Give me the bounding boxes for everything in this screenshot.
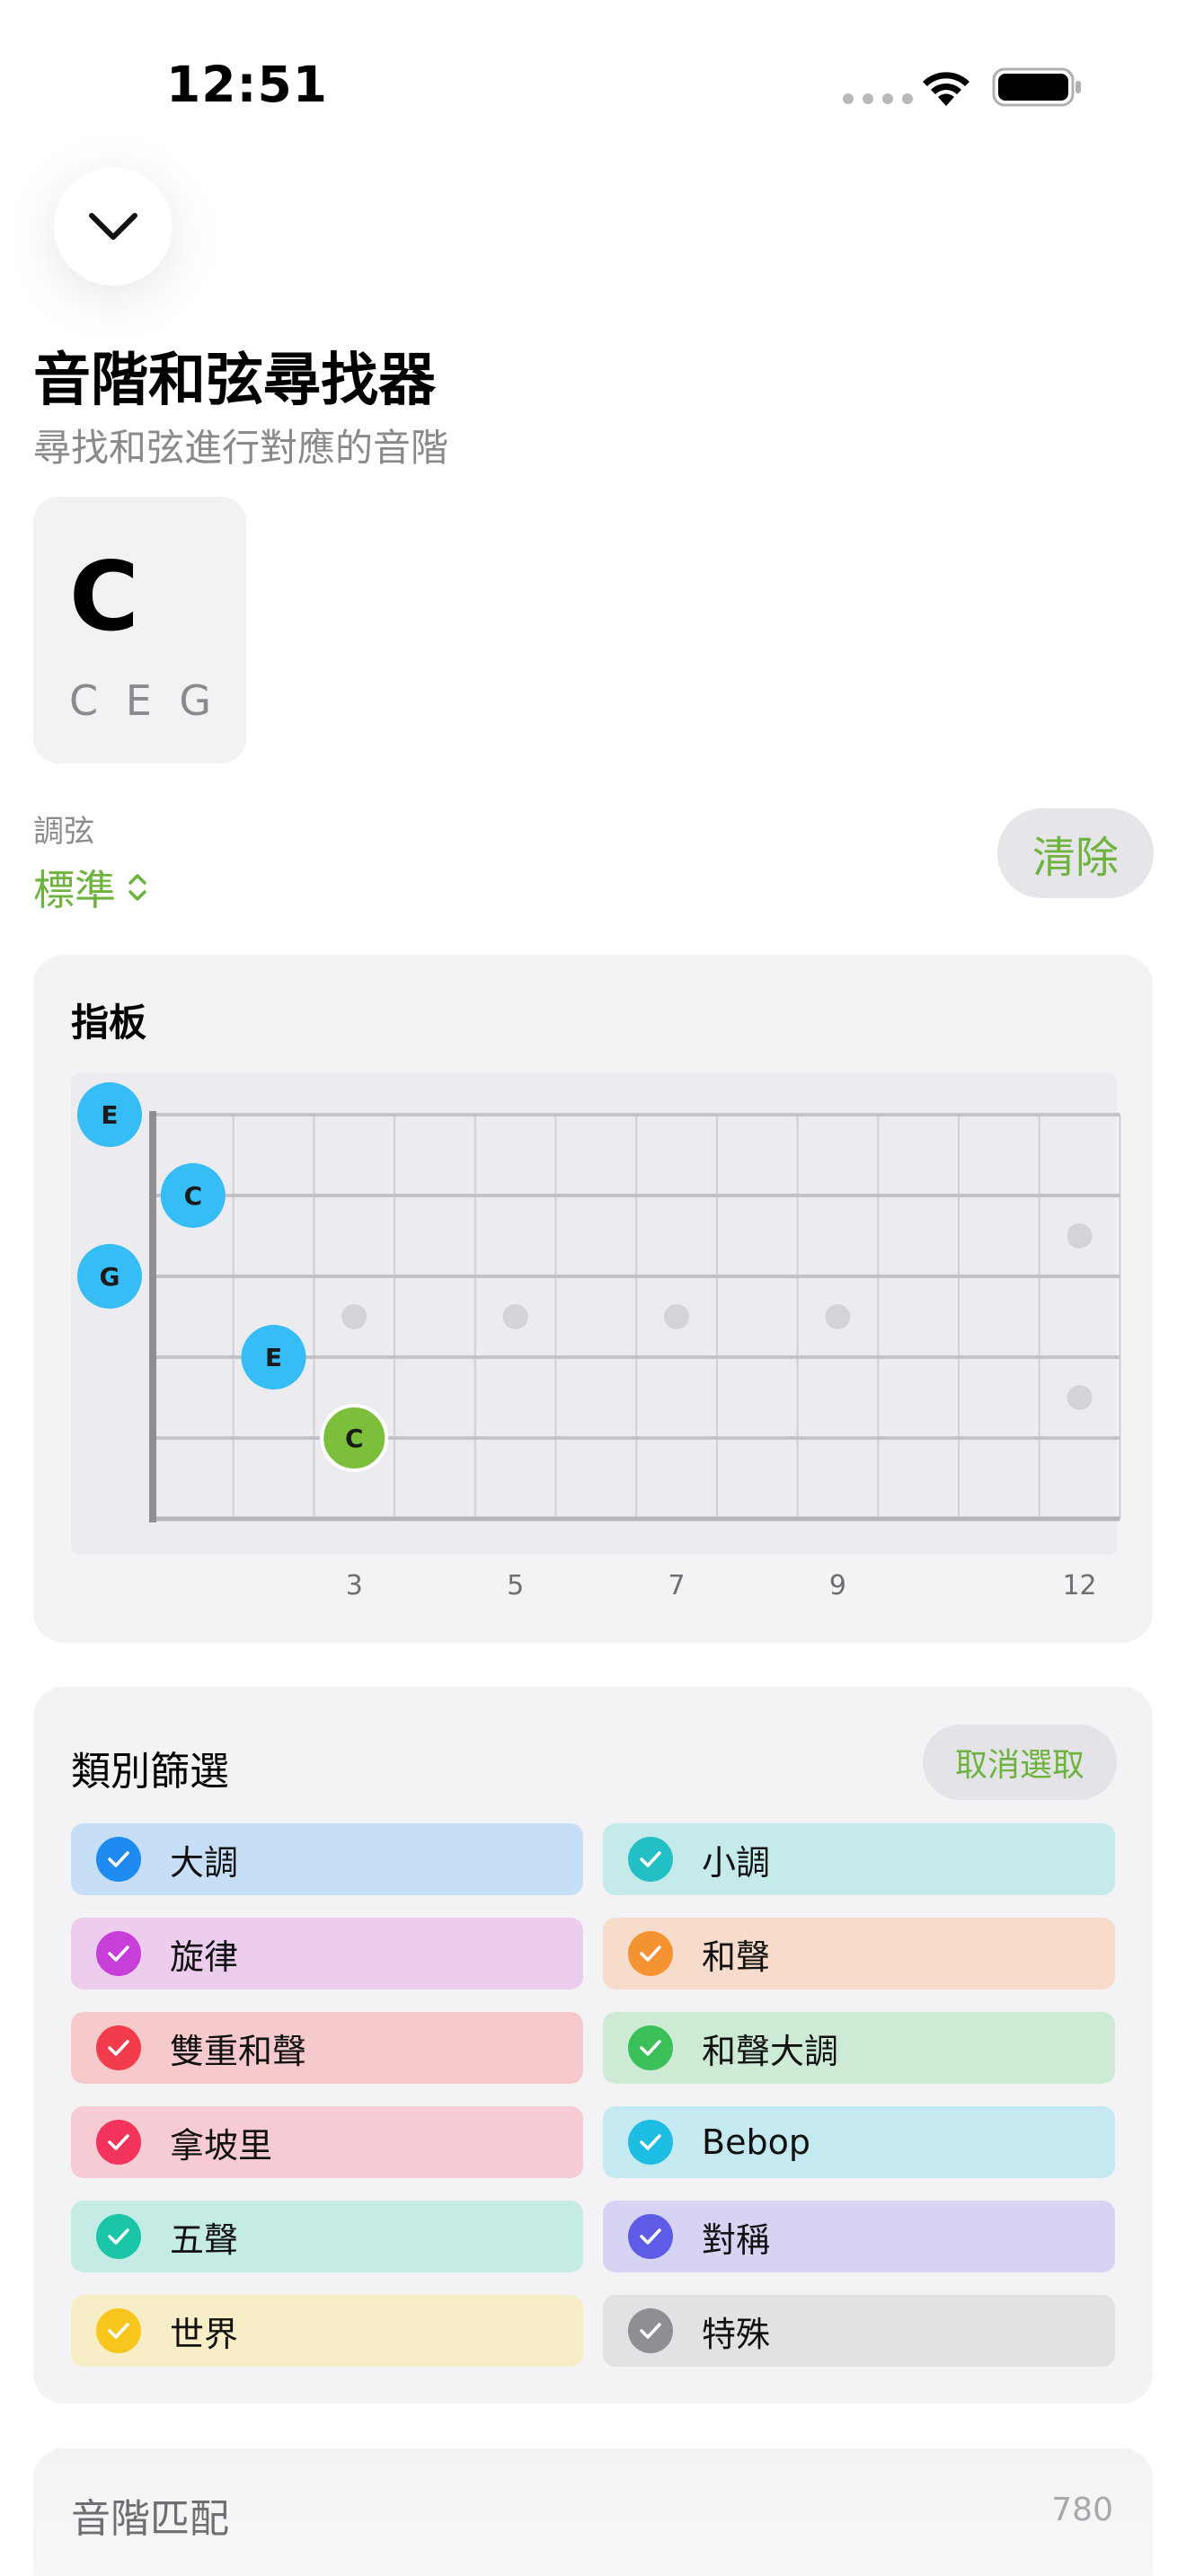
note-marker-label: E bbox=[265, 1343, 282, 1372]
checkmark-icon bbox=[628, 1931, 673, 1976]
scale-match-title: 音階匹配 bbox=[71, 2496, 229, 2542]
scale-match-count: 780 bbox=[1051, 2492, 1113, 2528]
category-label: Bebop bbox=[702, 2122, 810, 2162]
checkmark-icon bbox=[628, 2214, 673, 2259]
checkmark-icon bbox=[96, 2120, 141, 2165]
checkmark-icon bbox=[96, 1931, 141, 1976]
category-chip[interactable]: 和聲大調 bbox=[603, 2012, 1115, 2084]
tuning-picker[interactable]: 標準 bbox=[33, 858, 148, 917]
category-label: 大調 bbox=[170, 1842, 239, 1883]
category-label: 特殊 bbox=[702, 2314, 771, 2354]
category-label: 雙重和聲 bbox=[170, 2031, 307, 2071]
category-chip[interactable]: 旋律 bbox=[71, 1918, 583, 1989]
fret-number: 7 bbox=[668, 1570, 686, 1601]
category-chip[interactable]: 大調 bbox=[71, 1823, 583, 1895]
checkmark-icon bbox=[628, 2120, 673, 2165]
category-filter-title: 類別篩選 bbox=[71, 1749, 229, 1795]
note-marker-label: G bbox=[100, 1262, 120, 1292]
category-label: 旋律 bbox=[170, 1936, 239, 1977]
category-chip[interactable]: 五聲 bbox=[71, 2201, 583, 2272]
category-label: 五聲 bbox=[170, 2219, 239, 2260]
category-label: 和聲大調 bbox=[702, 2031, 839, 2071]
fret-dot bbox=[502, 1304, 528, 1329]
tuning-value: 標準 bbox=[33, 866, 116, 914]
note-marker-label: E bbox=[101, 1100, 118, 1130]
fret-dot bbox=[341, 1304, 367, 1329]
chord-notes: C E G bbox=[69, 676, 219, 725]
deselect-all-button[interactable]: 取消選取 bbox=[923, 1725, 1117, 1800]
category-chip[interactable]: 和聲 bbox=[603, 1918, 1115, 1989]
fret-dot bbox=[664, 1304, 690, 1329]
category-chip[interactable]: 世界 bbox=[71, 2295, 583, 2367]
category-chip[interactable]: 雙重和聲 bbox=[71, 2012, 583, 2084]
checkmark-icon bbox=[628, 2308, 673, 2353]
fretboard-background bbox=[71, 1073, 1117, 1555]
category-label: 小調 bbox=[702, 1842, 771, 1883]
page-title: 音階和弦尋找器 bbox=[33, 348, 436, 414]
battery-icon bbox=[992, 66, 1084, 111]
note-marker-label: C bbox=[184, 1181, 203, 1211]
checkmark-icon bbox=[96, 1837, 141, 1882]
fret-number: 5 bbox=[507, 1570, 524, 1601]
wifi-icon bbox=[918, 66, 974, 111]
fret-number: 3 bbox=[346, 1570, 363, 1601]
page-subtitle: 尋找和弦進行對應的音階 bbox=[33, 426, 449, 470]
category-label: 和聲 bbox=[702, 1936, 771, 1977]
status-time: 12:51 bbox=[166, 56, 329, 113]
chord-card[interactable]: C C E G bbox=[33, 497, 246, 763]
chevron-up-down-icon bbox=[128, 874, 146, 901]
category-chip[interactable]: 對稱 bbox=[603, 2201, 1115, 2272]
note-marker-label: C bbox=[345, 1424, 364, 1453]
fret-dot bbox=[1067, 1385, 1093, 1410]
checkmark-icon bbox=[628, 1837, 673, 1882]
cellular-signal-icon bbox=[843, 93, 913, 104]
checkmark-icon bbox=[96, 2214, 141, 2259]
scale-match-card[interactable]: 音階匹配 780 bbox=[33, 2448, 1153, 2576]
category-chip[interactable]: 拿坡里 bbox=[71, 2106, 583, 2178]
category-filter-card: 類別篩選 取消選取 大調 小調旋律 和聲雙重和聲 和聲大調拿坡里 Bebop 五聲 對稱世界… bbox=[33, 1687, 1153, 2404]
clear-button[interactable]: 清除 bbox=[997, 808, 1154, 898]
chord-name: C bbox=[69, 542, 139, 652]
fretboard-card: 指板 3 5 7 9 12 E C G E C bbox=[33, 955, 1153, 1643]
checkmark-icon bbox=[628, 2025, 673, 2070]
category-chip[interactable]: 特殊 bbox=[603, 2295, 1115, 2367]
category-label: 對稱 bbox=[702, 2219, 771, 2260]
fret-number: 12 bbox=[1062, 1570, 1096, 1601]
fret-dot bbox=[1067, 1223, 1093, 1248]
collapse-button[interactable] bbox=[54, 167, 173, 286]
checkmark-icon bbox=[96, 2025, 141, 2070]
category-chip[interactable]: 小調 bbox=[603, 1823, 1115, 1895]
fret-dot bbox=[825, 1304, 851, 1329]
tuning-label: 調弦 bbox=[33, 814, 94, 850]
checkmark-icon bbox=[96, 2308, 141, 2353]
category-chip[interactable]: Bebop bbox=[603, 2106, 1115, 2178]
category-label: 拿坡里 bbox=[170, 2125, 273, 2166]
fretboard[interactable]: 3 5 7 9 12 E C G E C bbox=[33, 955, 1153, 1643]
chevron-down-icon bbox=[89, 213, 137, 240]
category-label: 世界 bbox=[170, 2314, 239, 2354]
fret-number: 9 bbox=[829, 1570, 846, 1601]
